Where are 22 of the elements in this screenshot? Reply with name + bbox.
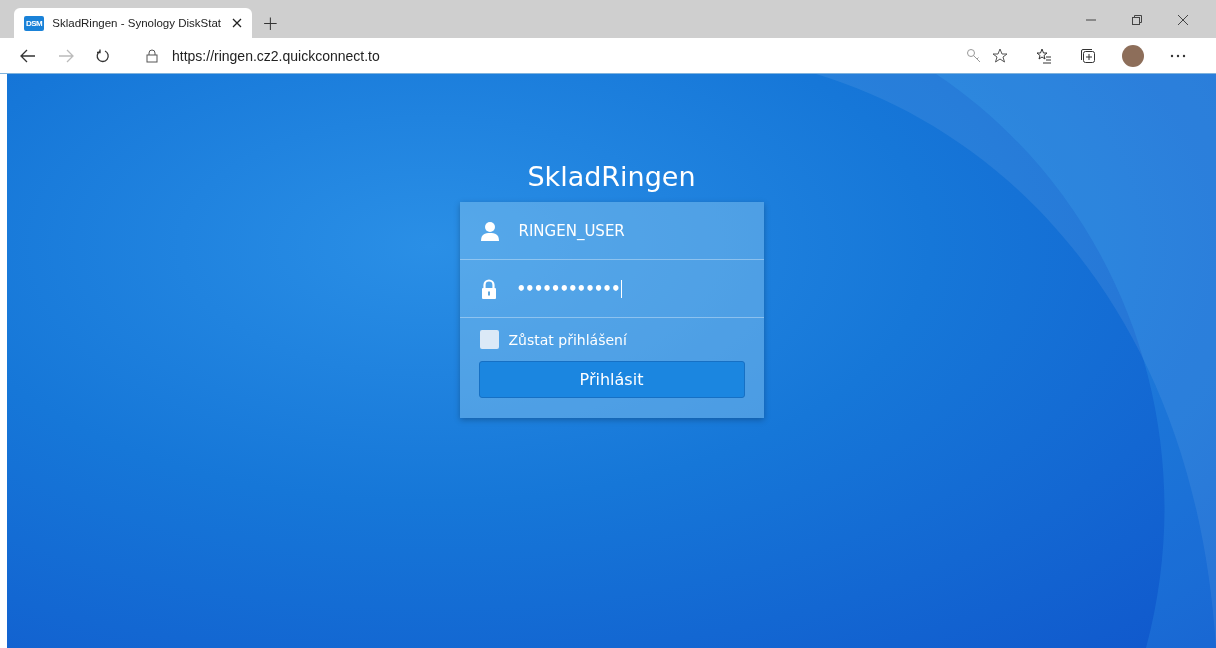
lock-icon: [146, 48, 158, 63]
restore-icon[interactable]: [1131, 14, 1143, 26]
new-tab-button[interactable]: +: [262, 13, 279, 33]
remember-label: Zůstat přihlášení: [508, 331, 627, 348]
browser-tab[interactable]: DSM SkladRingen - Synology DiskStat: [14, 8, 252, 38]
profile-avatar[interactable]: [1122, 44, 1144, 67]
tab-title: SkladRingen - Synology DiskStat: [52, 17, 223, 29]
login-button[interactable]: Přihlásit: [478, 361, 745, 398]
favorite-star-icon[interactable]: [992, 47, 1008, 64]
site-title: SkladRingen: [527, 161, 696, 192]
favorites-list-icon[interactable]: [1036, 47, 1052, 64]
more-icon[interactable]: [1170, 53, 1186, 58]
refresh-icon[interactable]: [96, 48, 110, 63]
close-icon[interactable]: [1177, 14, 1189, 26]
collections-icon[interactable]: [1080, 47, 1096, 64]
favicon-icon: DSM: [24, 15, 45, 31]
user-icon: [480, 220, 499, 241]
remember-checkbox[interactable]: [479, 330, 499, 349]
key-icon[interactable]: [966, 47, 982, 64]
close-icon[interactable]: [232, 18, 242, 28]
lock-icon: [480, 278, 497, 299]
back-icon[interactable]: [20, 48, 36, 63]
